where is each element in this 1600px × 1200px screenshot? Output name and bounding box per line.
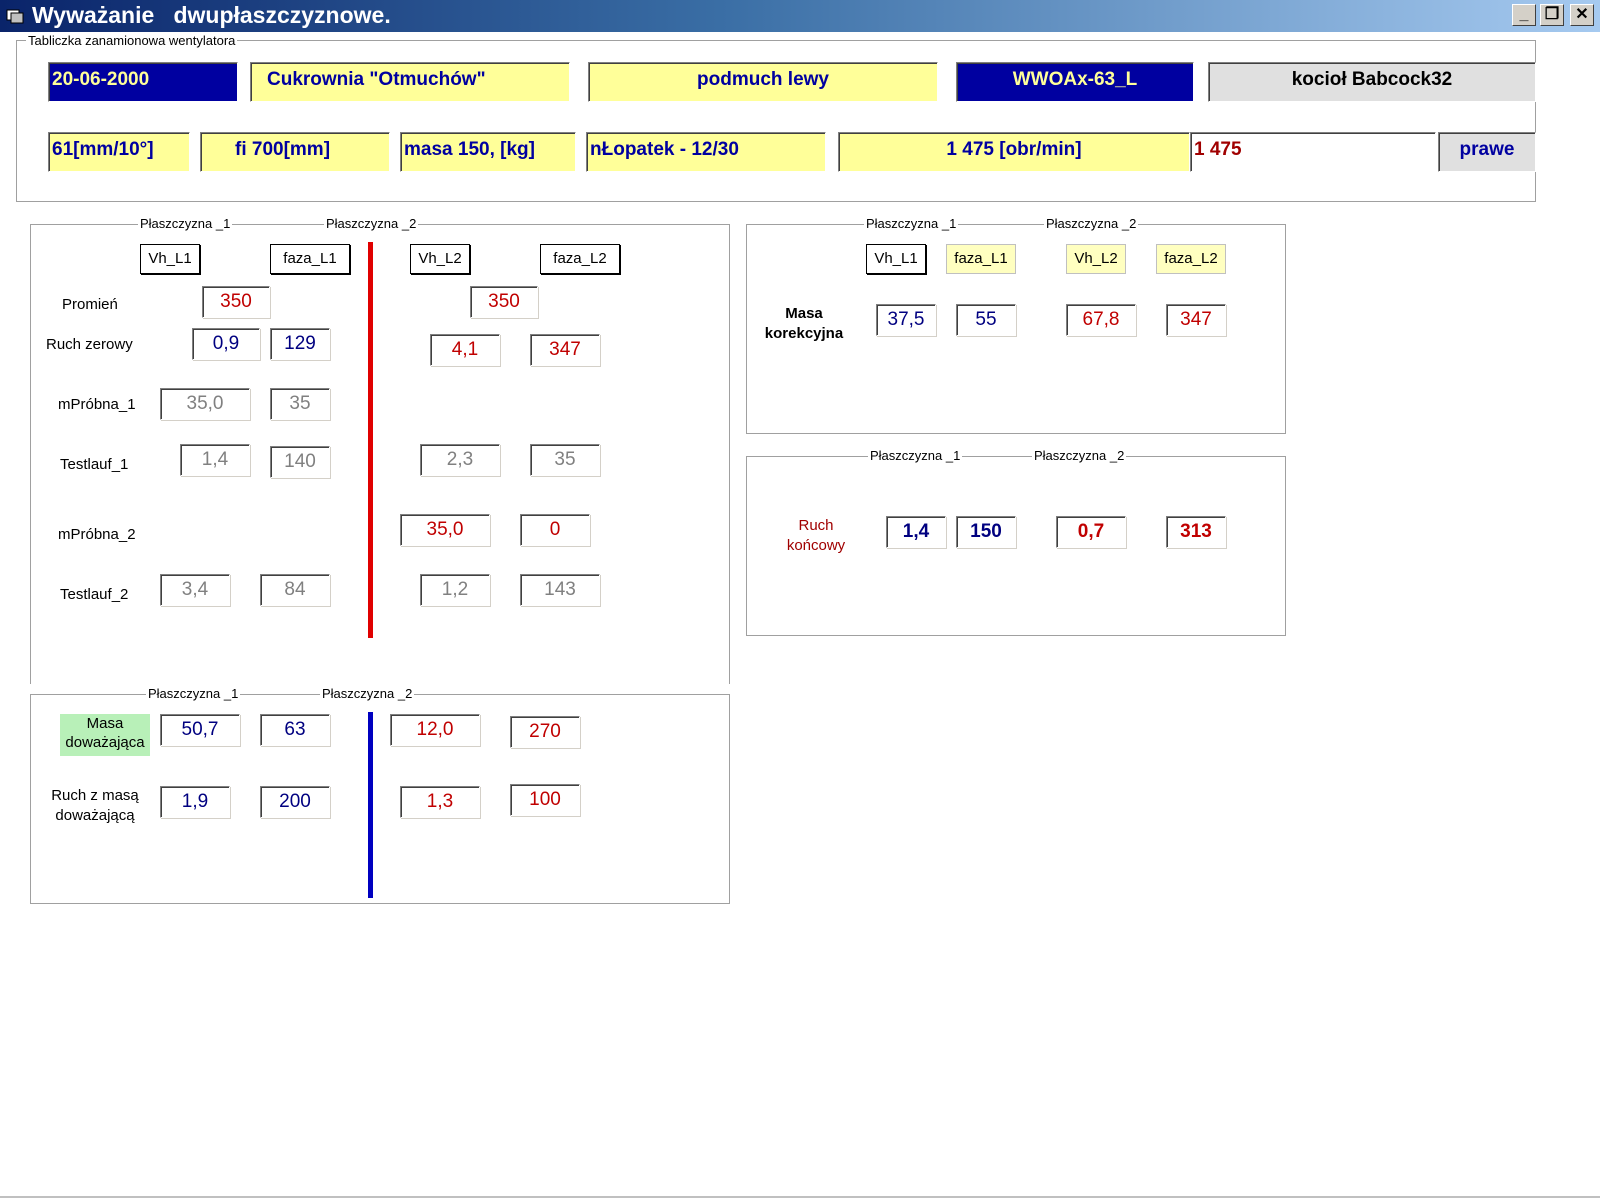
masa-faza-l2[interactable]: 270 — [510, 716, 580, 748]
cw-plane2-legend: Płaszczyzna _2 — [320, 686, 415, 701]
mprobna1-faza[interactable]: 35 — [270, 388, 330, 420]
ruch-zerowy-faza-l2[interactable]: 347 — [530, 334, 600, 366]
ruch-masa-vh-l2[interactable]: 1,3 — [400, 786, 480, 818]
mprobna2-vh[interactable]: 35,0 — [400, 514, 490, 546]
nameplate-legend: Tabliczka zanamionowa wentylatora — [26, 33, 238, 48]
blades-field[interactable]: nŁopatek - 12/30 — [586, 132, 826, 172]
minimize-button[interactable]: _ — [1512, 4, 1536, 26]
ruch-zerowy-vh-l1[interactable]: 0,9 — [192, 328, 260, 360]
corr-header-faza-l1: faza_L1 — [946, 244, 1016, 274]
plant-field[interactable]: Cukrownia "Otmuchów" — [250, 62, 570, 102]
final-vh-l2[interactable]: 0,7 — [1056, 516, 1126, 548]
measurement-frame — [30, 224, 730, 684]
testlauf2-vh-l2[interactable]: 1,2 — [420, 574, 490, 606]
final-plane1-legend: Płaszczyzna _1 — [868, 448, 963, 463]
row-label-mprobna2: mPróbna_2 — [58, 526, 136, 543]
header-faza-l1: faza_L1 — [270, 244, 350, 274]
row-label-masa-dowazajaca: Masa doważająca — [60, 714, 150, 756]
plane-divider-blue — [368, 712, 373, 898]
diameter-field[interactable]: fi 700[mm] — [200, 132, 390, 172]
promien-l1[interactable]: 350 — [202, 286, 270, 318]
corr-faza-l1[interactable]: 55 — [956, 304, 1016, 336]
testlauf2-faza-l2[interactable]: 143 — [520, 574, 600, 606]
app-icon[interactable] — [6, 8, 24, 24]
testlauf1-vh-l2[interactable]: 2,3 — [420, 444, 500, 476]
plane-divider-red — [368, 242, 373, 638]
speed-input[interactable]: 1 475 — [1190, 132, 1436, 172]
row-label-masa-korekcyjna: Masa korekcyjna — [764, 305, 844, 342]
speed-field[interactable]: 1 475 [obr/min] — [838, 132, 1190, 172]
masa-vh-l2[interactable]: 12,0 — [390, 714, 480, 746]
corr-plane2-legend: Płaszczyzna _2 — [1044, 216, 1139, 231]
ruch-masa-faza-l2[interactable]: 100 — [510, 784, 580, 816]
row-label-mprobna1: mPróbna_1 — [58, 396, 136, 413]
header-faza-l2: faza_L2 — [540, 244, 620, 274]
restore-button[interactable]: ❐ — [1540, 4, 1564, 26]
window-title: Wyważanie dwupłaszczyznowe. — [32, 2, 391, 28]
row-label-promien: Promień — [62, 296, 118, 313]
ruch-zerowy-vh-l2[interactable]: 4,1 — [430, 334, 500, 366]
boiler-field[interactable]: kocioł Babcock32 — [1208, 62, 1536, 102]
row-label-ruch-koncowy: Ruch końcowy — [786, 517, 846, 554]
row-label-ruch-zerowy: Ruch zerowy — [46, 336, 133, 353]
plane2-legend: Płaszczyzna _2 — [324, 216, 419, 231]
testlauf1-faza-l2[interactable]: 35 — [530, 444, 600, 476]
masa-vh-l1[interactable]: 50,7 — [160, 714, 240, 746]
corr-header-vh-l2: Vh_L2 — [1066, 244, 1126, 274]
header-vh-l1: Vh_L1 — [140, 244, 200, 274]
ruch-masa-faza-l1[interactable]: 200 — [260, 786, 330, 818]
corr-header-vh-l1: Vh_L1 — [866, 244, 926, 274]
corr-vh-l2[interactable]: 67,8 — [1066, 304, 1136, 336]
testlauf1-vh-l1[interactable]: 1,4 — [180, 444, 250, 476]
cw-plane1-legend: Płaszczyzna _1 — [146, 686, 241, 701]
header-vh-l2: Vh_L2 — [410, 244, 470, 274]
mass-field[interactable]: masa 150, [kg] — [400, 132, 576, 172]
final-vh-l1[interactable]: 1,4 — [886, 516, 946, 548]
close-button[interactable]: ✕ — [1570, 4, 1594, 26]
corr-faza-l2[interactable]: 347 — [1166, 304, 1226, 336]
corr-header-faza-l2: faza_L2 — [1156, 244, 1226, 274]
testlauf2-faza-l1[interactable]: 84 — [260, 574, 330, 606]
date-field[interactable]: 20-06-2000 — [48, 62, 238, 102]
testlauf2-vh-l1[interactable]: 3,4 — [160, 574, 230, 606]
model-field[interactable]: WWOAx-63_L — [956, 62, 1194, 102]
row-label-testlauf2: Testlauf_2 — [60, 586, 129, 603]
final-plane2-legend: Płaszczyzna _2 — [1032, 448, 1127, 463]
row-label-testlauf1: Testlauf_1 — [60, 456, 129, 473]
testlauf1-faza-l1[interactable]: 140 — [270, 446, 330, 478]
ruch-zerowy-faza-l1[interactable]: 129 — [270, 328, 330, 360]
direction-button[interactable]: prawe — [1438, 132, 1536, 172]
final-faza-l2[interactable]: 313 — [1166, 516, 1226, 548]
mprobna2-faza[interactable]: 0 — [520, 514, 590, 546]
scale-field[interactable]: 61[mm/10°] — [48, 132, 190, 172]
corr-vh-l1[interactable]: 37,5 — [876, 304, 936, 336]
title-bar: Wyważanie dwupłaszczyznowe. _ ❐ ✕ — [0, 0, 1600, 32]
corr-plane1-legend: Płaszczyzna _1 — [864, 216, 959, 231]
promien-l2[interactable]: 350 — [470, 286, 538, 318]
final-faza-l1[interactable]: 150 — [956, 516, 1016, 548]
mprobna1-vh[interactable]: 35,0 — [160, 388, 250, 420]
plane1-legend: Płaszczyzna _1 — [138, 216, 233, 231]
window-bottom-edge — [0, 1196, 1600, 1198]
row-label-ruch-z-masa: Ruch z masą doważającą — [51, 787, 139, 824]
ruch-masa-vh-l1[interactable]: 1,9 — [160, 786, 230, 818]
fan-field[interactable]: podmuch lewy — [588, 62, 938, 102]
masa-faza-l1[interactable]: 63 — [260, 714, 330, 746]
